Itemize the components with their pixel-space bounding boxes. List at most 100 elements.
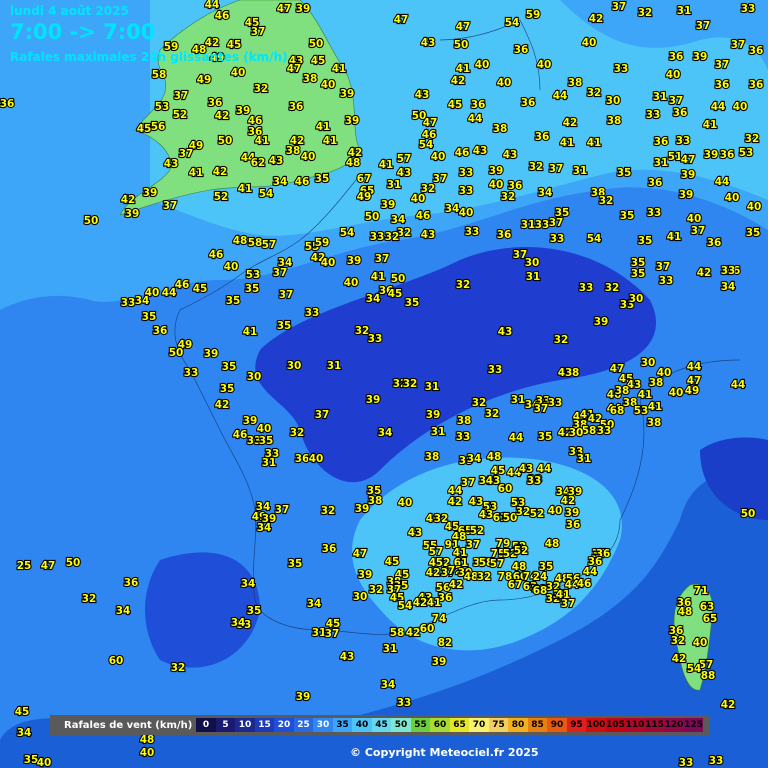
station-value: 35 — [746, 227, 761, 239]
station-value: 33 — [527, 475, 542, 487]
station-value: 39 — [296, 691, 311, 703]
copyright-notice: © Copyright Meteociel.fr 2025 — [350, 746, 539, 759]
station-value: 34 — [135, 295, 150, 307]
station-value: 38 — [368, 495, 383, 507]
station-value: 32 — [385, 231, 400, 243]
station-value: 31 — [383, 643, 398, 655]
station-value: 33 — [659, 275, 674, 287]
station-value: 38 — [607, 115, 622, 127]
station-value: 38 — [425, 451, 440, 463]
station-value: 35 — [405, 297, 420, 309]
station-value: 37 — [275, 504, 290, 516]
station-value: 35 — [620, 210, 635, 222]
station-value: 54 — [505, 17, 520, 29]
station-value: 45 — [448, 99, 463, 111]
station-value: 32 — [403, 378, 418, 390]
station-value: 34 — [116, 605, 131, 617]
station-value: 31 — [521, 219, 536, 231]
station-value: 42 — [563, 117, 578, 129]
station-value: 50 — [454, 39, 469, 51]
station-value: 41 — [703, 119, 718, 131]
station-value: 31 — [425, 381, 440, 393]
legend-cell: 0 — [196, 718, 216, 732]
station-value: 36 — [707, 237, 722, 249]
station-value: 31 — [511, 394, 526, 406]
station-value: 48 — [233, 235, 248, 247]
station-value: 41 — [371, 271, 386, 283]
station-value: 43 — [469, 496, 484, 508]
station-value: 38 — [615, 385, 630, 397]
legend-title: Rafales de vent (km/h) — [64, 719, 193, 731]
station-value: 36 — [124, 577, 139, 589]
station-value: 63 — [700, 601, 715, 613]
station-value: 40 — [411, 193, 426, 205]
legend-cell: 95 — [566, 718, 587, 732]
station-value: 41 — [238, 183, 253, 195]
station-value: 42 — [672, 653, 687, 665]
station-value: 35 — [142, 311, 157, 323]
legend-cell: 75 — [488, 718, 509, 732]
station-value: 37 — [656, 261, 671, 273]
station-value: 40 — [747, 201, 762, 213]
station-value: 40 — [309, 453, 324, 465]
station-value: 32 — [321, 505, 336, 517]
station-value: 30 — [525, 257, 540, 269]
station-value: 33 — [305, 307, 320, 319]
station-value: 47 — [277, 3, 292, 15]
station-value: 50 — [365, 211, 380, 223]
station-value: 33 — [184, 367, 199, 379]
forecast-date: lundi 4 août 2025 — [10, 4, 129, 18]
legend-cell: 85 — [527, 718, 548, 732]
station-value: 39 — [358, 569, 373, 581]
station-value: 39 — [594, 316, 609, 328]
legend-cell: 120 — [664, 718, 684, 732]
station-value: 48 — [487, 451, 502, 463]
station-value: 40 — [431, 151, 446, 163]
station-value: 31 — [431, 426, 446, 438]
color-legend: Rafales de vent (km/h) 0 5 10 15 20 25 30 35 40 4… — [50, 715, 710, 735]
station-value: 38 — [457, 415, 472, 427]
station-value: 39 — [296, 3, 311, 15]
station-value: 34 — [721, 281, 736, 293]
station-value: 45 — [385, 556, 400, 568]
station-value: 38 — [647, 417, 662, 429]
station-value: 32 — [605, 282, 620, 294]
station-value: 46 — [295, 176, 310, 188]
station-value: 33 — [368, 333, 383, 345]
station-value: 34 — [307, 598, 322, 610]
station-value: 34 — [378, 427, 393, 439]
station-value: 54 — [259, 188, 274, 200]
station-value: 31 — [262, 457, 277, 469]
station-value: 58 — [152, 69, 167, 81]
station-value: 37 — [279, 289, 294, 301]
station-value: 40 — [693, 637, 708, 649]
station-value: 35 — [277, 320, 292, 332]
station-value: 35 — [638, 235, 653, 247]
station-value: 43 — [397, 167, 412, 179]
station-value: 40 — [497, 77, 512, 89]
station-value: 40 — [489, 179, 504, 191]
station-value: 37 — [731, 39, 746, 51]
station-value: 37 — [273, 267, 288, 279]
station-value: 39 — [125, 208, 140, 220]
station-value: 35 — [226, 295, 241, 307]
station-value: 40 — [321, 79, 336, 91]
station-value: 39 — [381, 199, 396, 211]
station-value: 36 — [322, 543, 337, 555]
station-value: 68 — [610, 405, 625, 417]
legend-cell: 25 — [293, 718, 314, 732]
station-value: 40 — [537, 59, 552, 71]
station-value: 49 — [685, 385, 700, 397]
legend-cell: 40 — [352, 718, 372, 732]
station-value: 59 — [526, 9, 541, 21]
station-value: 43 — [503, 149, 518, 161]
station-value: 32 — [671, 635, 686, 647]
station-value: 39 — [347, 255, 362, 267]
station-value: 40 — [344, 277, 359, 289]
legend-cell: 100 — [586, 718, 606, 732]
station-value: 42 — [215, 399, 230, 411]
station-value: 39 — [345, 115, 360, 127]
wind-gust-map: 4446453747 395047434750543659404237 32 3137… — [0, 0, 768, 768]
station-value: 32 — [456, 279, 471, 291]
station-value: 59 — [315, 237, 330, 249]
